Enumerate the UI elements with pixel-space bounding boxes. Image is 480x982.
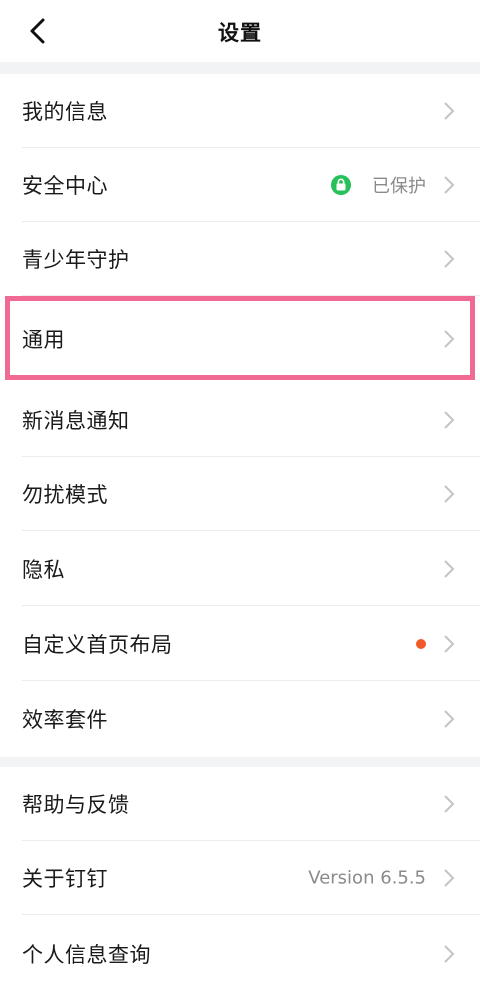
chevron-right-icon	[442, 867, 456, 889]
settings-item-label: 我的信息	[22, 100, 108, 124]
page-title: 设置	[218, 21, 262, 45]
divider	[22, 914, 480, 915]
settings-item-general[interactable]: 通用	[0, 296, 480, 382]
section-gap	[0, 757, 480, 767]
chevron-right-icon	[442, 708, 456, 730]
chevron-right-icon	[442, 558, 456, 580]
settings-item-security-center[interactable]: 安全中心 已保护	[0, 148, 480, 222]
chevron-right-icon	[442, 633, 456, 655]
settings-item-label: 自定义首页布局	[22, 633, 173, 657]
settings-item-do-not-disturb[interactable]: 勿扰模式	[0, 457, 480, 531]
settings-item-label: 隐私	[22, 558, 65, 582]
settings-item-custom-home-layout[interactable]: 自定义首页布局	[0, 607, 480, 681]
settings-item-privacy[interactable]: 隐私	[0, 532, 480, 606]
chevron-right-icon	[442, 174, 456, 196]
header-bar: 设置	[0, 0, 480, 62]
settings-item-label: 帮助与反馈	[22, 793, 130, 817]
settings-item-about[interactable]: 关于钉钉 Version 6.5.5	[0, 841, 480, 915]
settings-item-label: 个人信息查询	[22, 943, 151, 967]
settings-item-efficiency-suite[interactable]: 效率套件	[0, 682, 480, 756]
chevron-right-icon	[442, 793, 456, 815]
settings-item-notifications[interactable]: 新消息通知	[0, 383, 480, 457]
settings-item-youth-protection[interactable]: 青少年守护	[0, 222, 480, 296]
settings-item-label: 安全中心	[22, 174, 108, 198]
settings-item-help-feedback[interactable]: 帮助与反馈	[0, 767, 480, 841]
chevron-right-icon	[442, 943, 456, 965]
chevron-right-icon	[442, 100, 456, 122]
section-gap	[0, 62, 480, 74]
settings-item-label: 关于钉钉	[22, 867, 108, 891]
chevron-right-icon	[442, 409, 456, 431]
chevron-right-icon	[442, 483, 456, 505]
settings-item-label: 青少年守护	[22, 248, 130, 272]
settings-item-personal-info-query[interactable]: 个人信息查询	[0, 916, 480, 982]
settings-item-label: 新消息通知	[22, 409, 130, 433]
divider	[22, 680, 480, 681]
new-badge-dot	[416, 639, 426, 649]
chevron-right-icon	[442, 328, 456, 350]
settings-item-my-info[interactable]: 我的信息	[0, 74, 480, 148]
settings-item-label: 通用	[22, 328, 65, 352]
divider	[22, 530, 480, 531]
divider	[22, 605, 480, 606]
settings-item-label: 效率套件	[22, 708, 108, 732]
settings-item-label: 勿扰模式	[22, 483, 108, 507]
chevron-right-icon	[442, 248, 456, 270]
security-status-text: 已保护	[372, 176, 426, 197]
lock-icon	[330, 174, 352, 196]
version-text: Version 6.5.5	[308, 867, 426, 889]
